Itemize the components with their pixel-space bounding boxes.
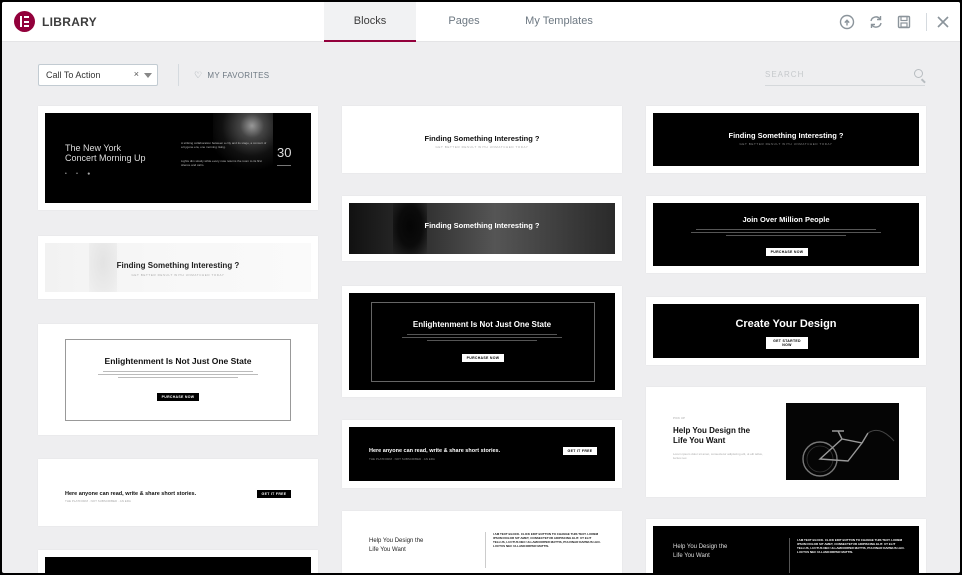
template-card[interactable]: Here anyone can read, write & share shor… bbox=[342, 420, 622, 488]
template-thumbnail: Finding Something Interesting ? GET BETT… bbox=[653, 113, 919, 166]
tab-pages[interactable]: Pages bbox=[420, 2, 508, 42]
template-thumbnail: Enlightenment Is Not Just One State PURC… bbox=[45, 331, 311, 428]
template-thumbnail: Here anyone can read, write & share shor… bbox=[45, 466, 311, 519]
template-thumbnail: Create Your Design GET STARTED NOW bbox=[653, 304, 919, 358]
thumbnail-heading: Help You Design the Life You Want bbox=[673, 426, 751, 445]
search-icon[interactable] bbox=[914, 69, 923, 78]
thumbnail-heading: Help You Design the Life You Want bbox=[673, 544, 728, 559]
template-thumbnail: Finding Something Interesting ? GET BETT… bbox=[349, 113, 615, 166]
template-thumbnail: Finding Something Interesting ? GET BETT… bbox=[45, 243, 311, 292]
my-favorites-filter[interactable]: ♡ MY FAVORITES bbox=[194, 70, 269, 81]
template-thumbnail: Join Over Million People PURCHASE NOW bbox=[653, 203, 919, 266]
thumbnail-heading: Here anyone can read, write & share shor… bbox=[369, 448, 501, 454]
template-card[interactable]: Finding Something Interesting ? GET BETT… bbox=[646, 106, 926, 173]
template-card[interactable]: Join Over Million People PURCHASE NOW bbox=[646, 196, 926, 273]
thumbnail-heading: Finding Something Interesting ? bbox=[424, 134, 540, 143]
template-thumbnail: Finding Something Interesting ? bbox=[349, 203, 615, 254]
my-favorites-label: MY FAVORITES bbox=[207, 71, 270, 80]
thumbnail-date: 30 bbox=[277, 145, 292, 160]
thumbnail-heading: Join Over Million People bbox=[742, 215, 830, 224]
clear-selection-icon[interactable]: × bbox=[134, 69, 139, 79]
library-header: LIBRARY Blocks Pages My Templates bbox=[2, 2, 960, 42]
thumbnail-heading: Here anyone can read, write & share shor… bbox=[65, 491, 197, 497]
template-card[interactable]: Finding Something Interesting ? bbox=[342, 196, 622, 261]
thumbnail-heading: Finding Something Interesting ? bbox=[116, 261, 240, 270]
template-card[interactable]: Create Your Design GET STARTED NOW bbox=[646, 297, 926, 365]
thumbnail-heading: The New York Concert Morning Up bbox=[65, 143, 146, 163]
template-thumbnail: The New York Concert Morning Up • • ● A … bbox=[45, 113, 311, 203]
filter-toolbar: Call To Action × ♡ MY FAVORITES bbox=[2, 60, 960, 88]
thumbnail-button: PURCHASE NOW bbox=[462, 354, 504, 362]
template-card[interactable]: PICK UP Help You Design the Life You Wan… bbox=[646, 387, 926, 497]
template-card[interactable]: Finding Something Interesting ? GET BETT… bbox=[342, 106, 622, 173]
thumbnail-button: GET IT FREE bbox=[257, 490, 291, 498]
template-card[interactable]: Enlightenment Is Not Just One State PURC… bbox=[38, 324, 318, 435]
template-thumbnail: Help You Design the Life You Want I AM T… bbox=[653, 526, 919, 573]
thumbnail-heading: Enlightenment Is Not Just One State bbox=[412, 320, 552, 329]
thumbnail-heading: Create Your Design bbox=[735, 318, 837, 330]
thumbnail-button: PURCHASE NOW bbox=[157, 393, 199, 401]
category-select-value: Call To Action bbox=[46, 70, 101, 80]
tab-blocks[interactable]: Blocks bbox=[324, 2, 416, 42]
template-card[interactable]: Help You Design the Life You Want I AM T… bbox=[342, 511, 622, 573]
category-select[interactable]: Call To Action × bbox=[38, 64, 158, 86]
thumbnail-heading: Finding Something Interesting ? bbox=[728, 131, 844, 140]
thumbnail-button: PURCHASE NOW bbox=[766, 248, 808, 256]
template-card[interactable]: The New York Concert Morning Up • • ● A … bbox=[38, 106, 318, 210]
elementor-logo-icon bbox=[14, 11, 35, 32]
search-input[interactable] bbox=[765, 64, 895, 85]
save-icon[interactable] bbox=[896, 14, 912, 30]
info-icon[interactable] bbox=[839, 14, 855, 30]
sync-icon[interactable] bbox=[868, 14, 884, 30]
thumbnail-button: GET STARTED NOW bbox=[766, 337, 808, 349]
template-card[interactable]: Finding Something Interesting ? GET BETT… bbox=[38, 236, 318, 299]
chevron-down-icon[interactable] bbox=[144, 73, 152, 78]
template-card[interactable]: Here anyone can read, write & share shor… bbox=[38, 459, 318, 526]
filter-divider bbox=[178, 64, 179, 86]
toolbar-divider bbox=[926, 13, 927, 31]
search-box bbox=[765, 64, 925, 86]
template-thumbnail bbox=[45, 557, 311, 573]
template-thumbnail: Here anyone can read, write & share shor… bbox=[349, 427, 615, 481]
template-card[interactable]: Help You Design the Life You Want I AM T… bbox=[646, 519, 926, 573]
template-thumbnail: Enlightenment Is Not Just One State PURC… bbox=[349, 293, 615, 390]
template-card[interactable]: Enlightenment Is Not Just One State PURC… bbox=[342, 286, 622, 397]
thumbnail-heading: Enlightenment Is Not Just One State bbox=[104, 356, 252, 366]
thumbnail-button: GET IT FREE bbox=[563, 447, 597, 455]
thumbnail-image bbox=[786, 403, 899, 480]
thumbnail-heading: Finding Something Interesting ? bbox=[424, 221, 540, 230]
template-thumbnail: Help You Design the Life You Want I AM T… bbox=[349, 518, 615, 573]
template-thumbnail: PICK UP Help You Design the Life You Wan… bbox=[653, 394, 919, 490]
library-title: LIBRARY bbox=[42, 15, 97, 29]
tab-my-templates[interactable]: My Templates bbox=[512, 2, 606, 42]
close-icon[interactable] bbox=[935, 14, 951, 30]
library-modal: LIBRARY Blocks Pages My Templates Call T… bbox=[2, 2, 960, 573]
heart-icon: ♡ bbox=[194, 70, 203, 80]
template-card[interactable] bbox=[38, 550, 318, 573]
thumbnail-heading: Help You Design the Life You Want bbox=[369, 538, 424, 553]
